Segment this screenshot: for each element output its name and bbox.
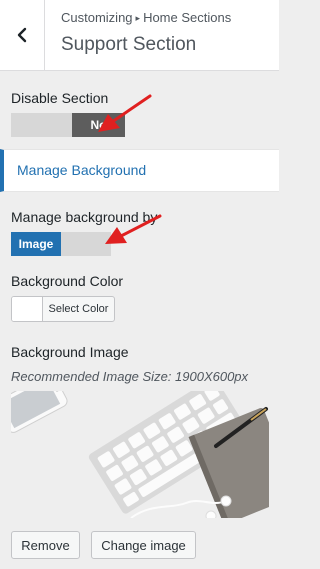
breadcrumb-separator: ▸ — [135, 13, 141, 23]
back-button[interactable] — [0, 0, 45, 70]
manage-background-link: Manage Background — [17, 162, 147, 178]
remove-image-button[interactable]: Remove — [11, 531, 80, 559]
change-image-button[interactable]: Change image — [91, 531, 196, 559]
breadcrumb: Customizing ▸ Home Sections — [61, 10, 231, 25]
desk-photo-image — [11, 391, 269, 518]
select-color-label: Select Color — [48, 303, 109, 315]
toggle-knob-no: No — [72, 113, 125, 137]
manage-background-section[interactable]: Manage Background — [0, 149, 279, 192]
background-image-label: Background Image — [11, 344, 129, 360]
breadcrumb-leaf: Home Sections — [143, 10, 232, 25]
image-size-hint: Recommended Image Size: 1900X600px — [11, 369, 249, 384]
toggle-knob-image: Image — [11, 232, 61, 256]
select-color-button[interactable]: Select Color — [11, 296, 115, 322]
breadcrumb-root: Customizing — [61, 10, 133, 25]
disable-section-label: Disable Section — [11, 90, 109, 106]
customizer-panel: Customizing ▸ Home Sections Support Sectio… — [0, 0, 279, 569]
page-title: Support Section — [61, 34, 197, 55]
background-image-preview — [11, 391, 269, 518]
panel-header: Customizing ▸ Home Sections Support Sectio… — [0, 0, 279, 71]
manage-background-by-toggle[interactable]: Image — [11, 232, 111, 256]
chevron-left-icon — [17, 27, 27, 43]
color-swatch — [12, 297, 43, 321]
manage-background-by-label: Manage background by — [11, 209, 158, 225]
background-color-label: Background Color — [11, 273, 124, 289]
disable-section-toggle[interactable]: No — [11, 113, 125, 137]
